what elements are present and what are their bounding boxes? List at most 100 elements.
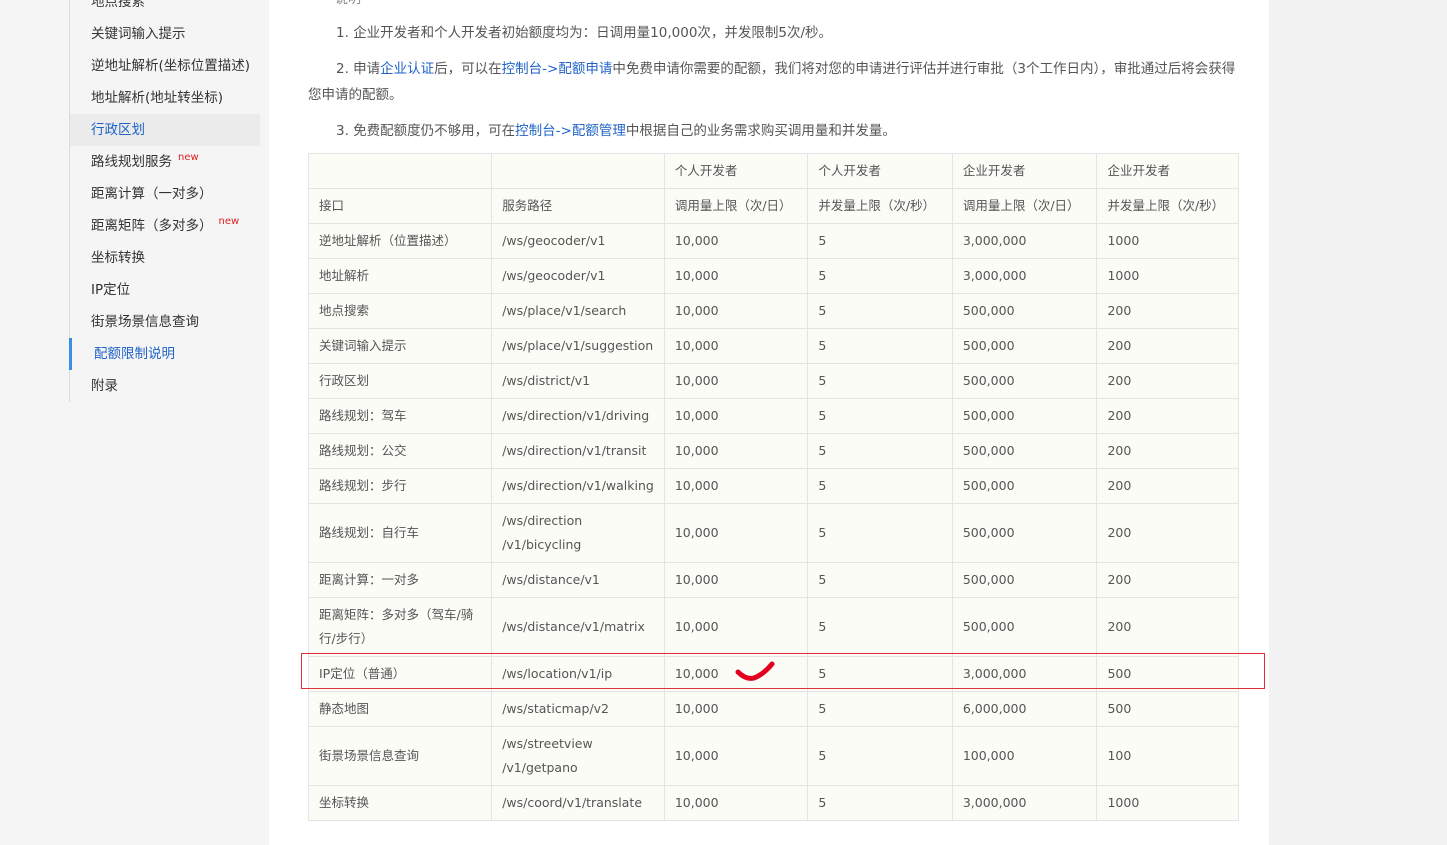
- table-cell: 500,000: [951, 562, 1098, 598]
- table-cell: IP定位（普通）: [307, 656, 493, 692]
- quota-table: 个人开发者 个人开发者 企业开发者 企业开发者 接口 服务路径 调用量上限（次/日） 并发量上…: [307, 153, 1239, 821]
- quota-apply-link[interactable]: 控制台->配额申请: [502, 61, 613, 77]
- table-cell: 并发量上限（次/秒）: [1096, 188, 1239, 224]
- table-cell: 路线规划：驾车: [307, 398, 493, 434]
- table-row: 坐标转换/ws/coord/v1/translate 10,000 5 3,000,0…: [307, 785, 1239, 821]
- table-row: 关键词输入提示/ws/place/v1/suggestion 10,000 5 500…: [307, 328, 1239, 364]
- table-cell: 企业开发者: [1096, 153, 1239, 189]
- table-cell: 关键词输入提示: [307, 328, 493, 364]
- sidebar-item-label: IP定位: [91, 282, 131, 298]
- table-cell: 500,000: [951, 503, 1098, 563]
- table-cell: 10,000: [663, 293, 809, 329]
- sidebar-item[interactable]: 关键词输入提示: [70, 18, 260, 50]
- table-cell: 500,000: [951, 597, 1098, 657]
- enterprise-cert-link[interactable]: 企业认证: [380, 61, 434, 77]
- table-cell: 5: [807, 398, 953, 434]
- table-cell: 服务路径: [491, 188, 665, 224]
- table-cell: 10,000: [663, 468, 809, 504]
- table-row: 地点搜索/ws/place/v1/search 10,000 5 500,000 200: [307, 293, 1239, 329]
- table-cell: 街景场景信息查询: [307, 726, 493, 786]
- sidebar-item[interactable]: 距离矩阵（多对多） new: [70, 210, 260, 242]
- table-cell: 200: [1096, 503, 1239, 563]
- table-cell: 200: [1096, 468, 1239, 504]
- sidebar-item[interactable]: IP定位: [70, 274, 260, 306]
- table-cell: 企业开发者: [951, 153, 1098, 189]
- new-badge: new: [218, 216, 240, 227]
- note-3: 3. 免费配额度仍不够用，可在控制台->配额管理中根据自己的业务需求购买调用量和…: [336, 118, 896, 144]
- table-cell: 5: [807, 328, 953, 364]
- table-cell: 5: [807, 597, 953, 657]
- new-badge: new: [178, 152, 199, 163]
- sidebar-item[interactable]: 路线规划服务 new: [70, 146, 260, 178]
- table-cell: 地址解析: [307, 258, 493, 294]
- sidebar-item[interactable]: 逆地址解析(坐标位置描述): [70, 50, 260, 82]
- table-cell: /ws/coord/v1/translate: [491, 785, 665, 821]
- sidebar-item-label: 附录: [91, 378, 118, 394]
- sidebar-item-label: 关键词输入提示: [91, 26, 186, 42]
- table-cell: 10,000: [663, 433, 809, 469]
- table-row: 路线规划：步行/ws/direction/v1/walking 10,000 5 50…: [307, 468, 1239, 504]
- table-cell: 500,000: [951, 293, 1098, 329]
- sidebar-item[interactable]: 距离计算（一对多）: [70, 178, 260, 210]
- table-cell: /ws/staticmap/v2: [491, 691, 665, 727]
- table-row: 行政区划/ws/district/v1 10,000 5 500,000 200: [307, 363, 1239, 399]
- table-cell: 5: [807, 433, 953, 469]
- note-2-text: 后，可以在: [434, 61, 502, 77]
- table-cell: 500,000: [951, 433, 1098, 469]
- table-cell: 500,000: [951, 398, 1098, 434]
- table-cell: 10,000: [663, 503, 809, 563]
- table-cell: /ws/direction/v1/driving: [491, 398, 665, 434]
- table-cell: 行政区划: [307, 363, 493, 399]
- table-cell: 5: [807, 726, 953, 786]
- table-cell: 5: [807, 503, 953, 563]
- table-cell: 接口: [307, 188, 493, 224]
- table-cell: 10,000: [663, 597, 809, 657]
- table-cell: 路线规划：公交: [307, 433, 493, 469]
- table-cell: 200: [1096, 363, 1239, 399]
- table-cell: 5: [807, 562, 953, 598]
- table-cell: 200: [1096, 398, 1239, 434]
- table-cell: 10,000: [663, 562, 809, 598]
- table-cell: /ws/location/v1/ip: [491, 656, 665, 692]
- table-cell: 10,000: [663, 726, 809, 786]
- table-cell: 6,000,000: [951, 691, 1098, 727]
- table-cell: /ws/streetview /v1/getpano: [491, 726, 665, 786]
- main-content: 说明 1. 企业开发者和个人开发者初始额度均为：日调用量10,000次，并发限制…: [269, 0, 1269, 845]
- sidebar-nav: 地点搜索关键词输入提示逆地址解析(坐标位置描述) 地址解析(地址转坐标) 行政区划路…: [0, 0, 269, 845]
- table-row: 距离矩阵：多对多（驾车/骑行/步行）/ws/distance/v1/matrix…: [307, 597, 1239, 657]
- sidebar-item[interactable]: 坐标转换: [70, 242, 260, 274]
- table-cell: 3,000,000: [951, 785, 1098, 821]
- note-3-text: 3. 免费配额度仍不够用，可在: [336, 123, 516, 139]
- table-cell: /ws/distance/v1: [491, 562, 665, 598]
- table-group-header-row: 个人开发者 个人开发者 企业开发者 企业开发者: [307, 153, 1239, 189]
- table-cell: /ws/distance/v1/matrix: [491, 597, 665, 657]
- table-cell: 200: [1096, 562, 1239, 598]
- table-cell: 调用量上限（次/日）: [663, 188, 809, 224]
- table-cell: /ws/place/v1/suggestion: [491, 328, 665, 364]
- table-cell: 5: [807, 293, 953, 329]
- sidebar-item[interactable]: 地址解析(地址转坐标): [70, 82, 260, 114]
- table-cell: 10,000: [663, 223, 809, 259]
- table-cell: 10,000: [663, 656, 809, 692]
- table-cell: 1000: [1096, 258, 1239, 294]
- sidebar-item[interactable]: 街景场景信息查询: [70, 306, 260, 338]
- section-heading-cut: 说明: [335, 0, 361, 7]
- sidebar-item[interactable]: 行政区划: [70, 114, 260, 146]
- table-cell: 路线规划：自行车: [307, 503, 493, 563]
- sidebar-item-label: 地点搜索: [91, 0, 145, 10]
- sidebar-item[interactable]: 配额限制说明: [69, 338, 260, 370]
- sidebar-item-label: 坐标转换: [91, 250, 145, 266]
- table-row: 逆地址解析（位置描述）/ws/geocoder/v1 10,000 5 3,000,0…: [307, 223, 1239, 259]
- table-row: 距离计算：一对多/ws/distance/v1 10,000 5 500,000 200: [307, 562, 1239, 598]
- sidebar-item-label: 距离计算（一对多）: [91, 186, 213, 202]
- table-cell: 100,000: [951, 726, 1098, 786]
- table-cell: 距离矩阵：多对多（驾车/骑行/步行）: [307, 597, 493, 657]
- sidebar-item[interactable]: 地点搜索: [70, 0, 260, 18]
- quota-manage-link[interactable]: 控制台->配额管理: [515, 123, 626, 139]
- sidebar-item[interactable]: 附录: [70, 370, 260, 402]
- sidebar-item-label: 路线规划服务: [91, 154, 172, 170]
- table-cell: /ws/district/v1: [491, 363, 665, 399]
- table-cell: 500: [1096, 691, 1239, 727]
- sidebar-item-label: 行政区划: [91, 122, 145, 138]
- note-2: 2. 申请企业认证后，可以在控制台->配额申请中免费申请你需要的配额，我们将对您…: [308, 56, 1248, 108]
